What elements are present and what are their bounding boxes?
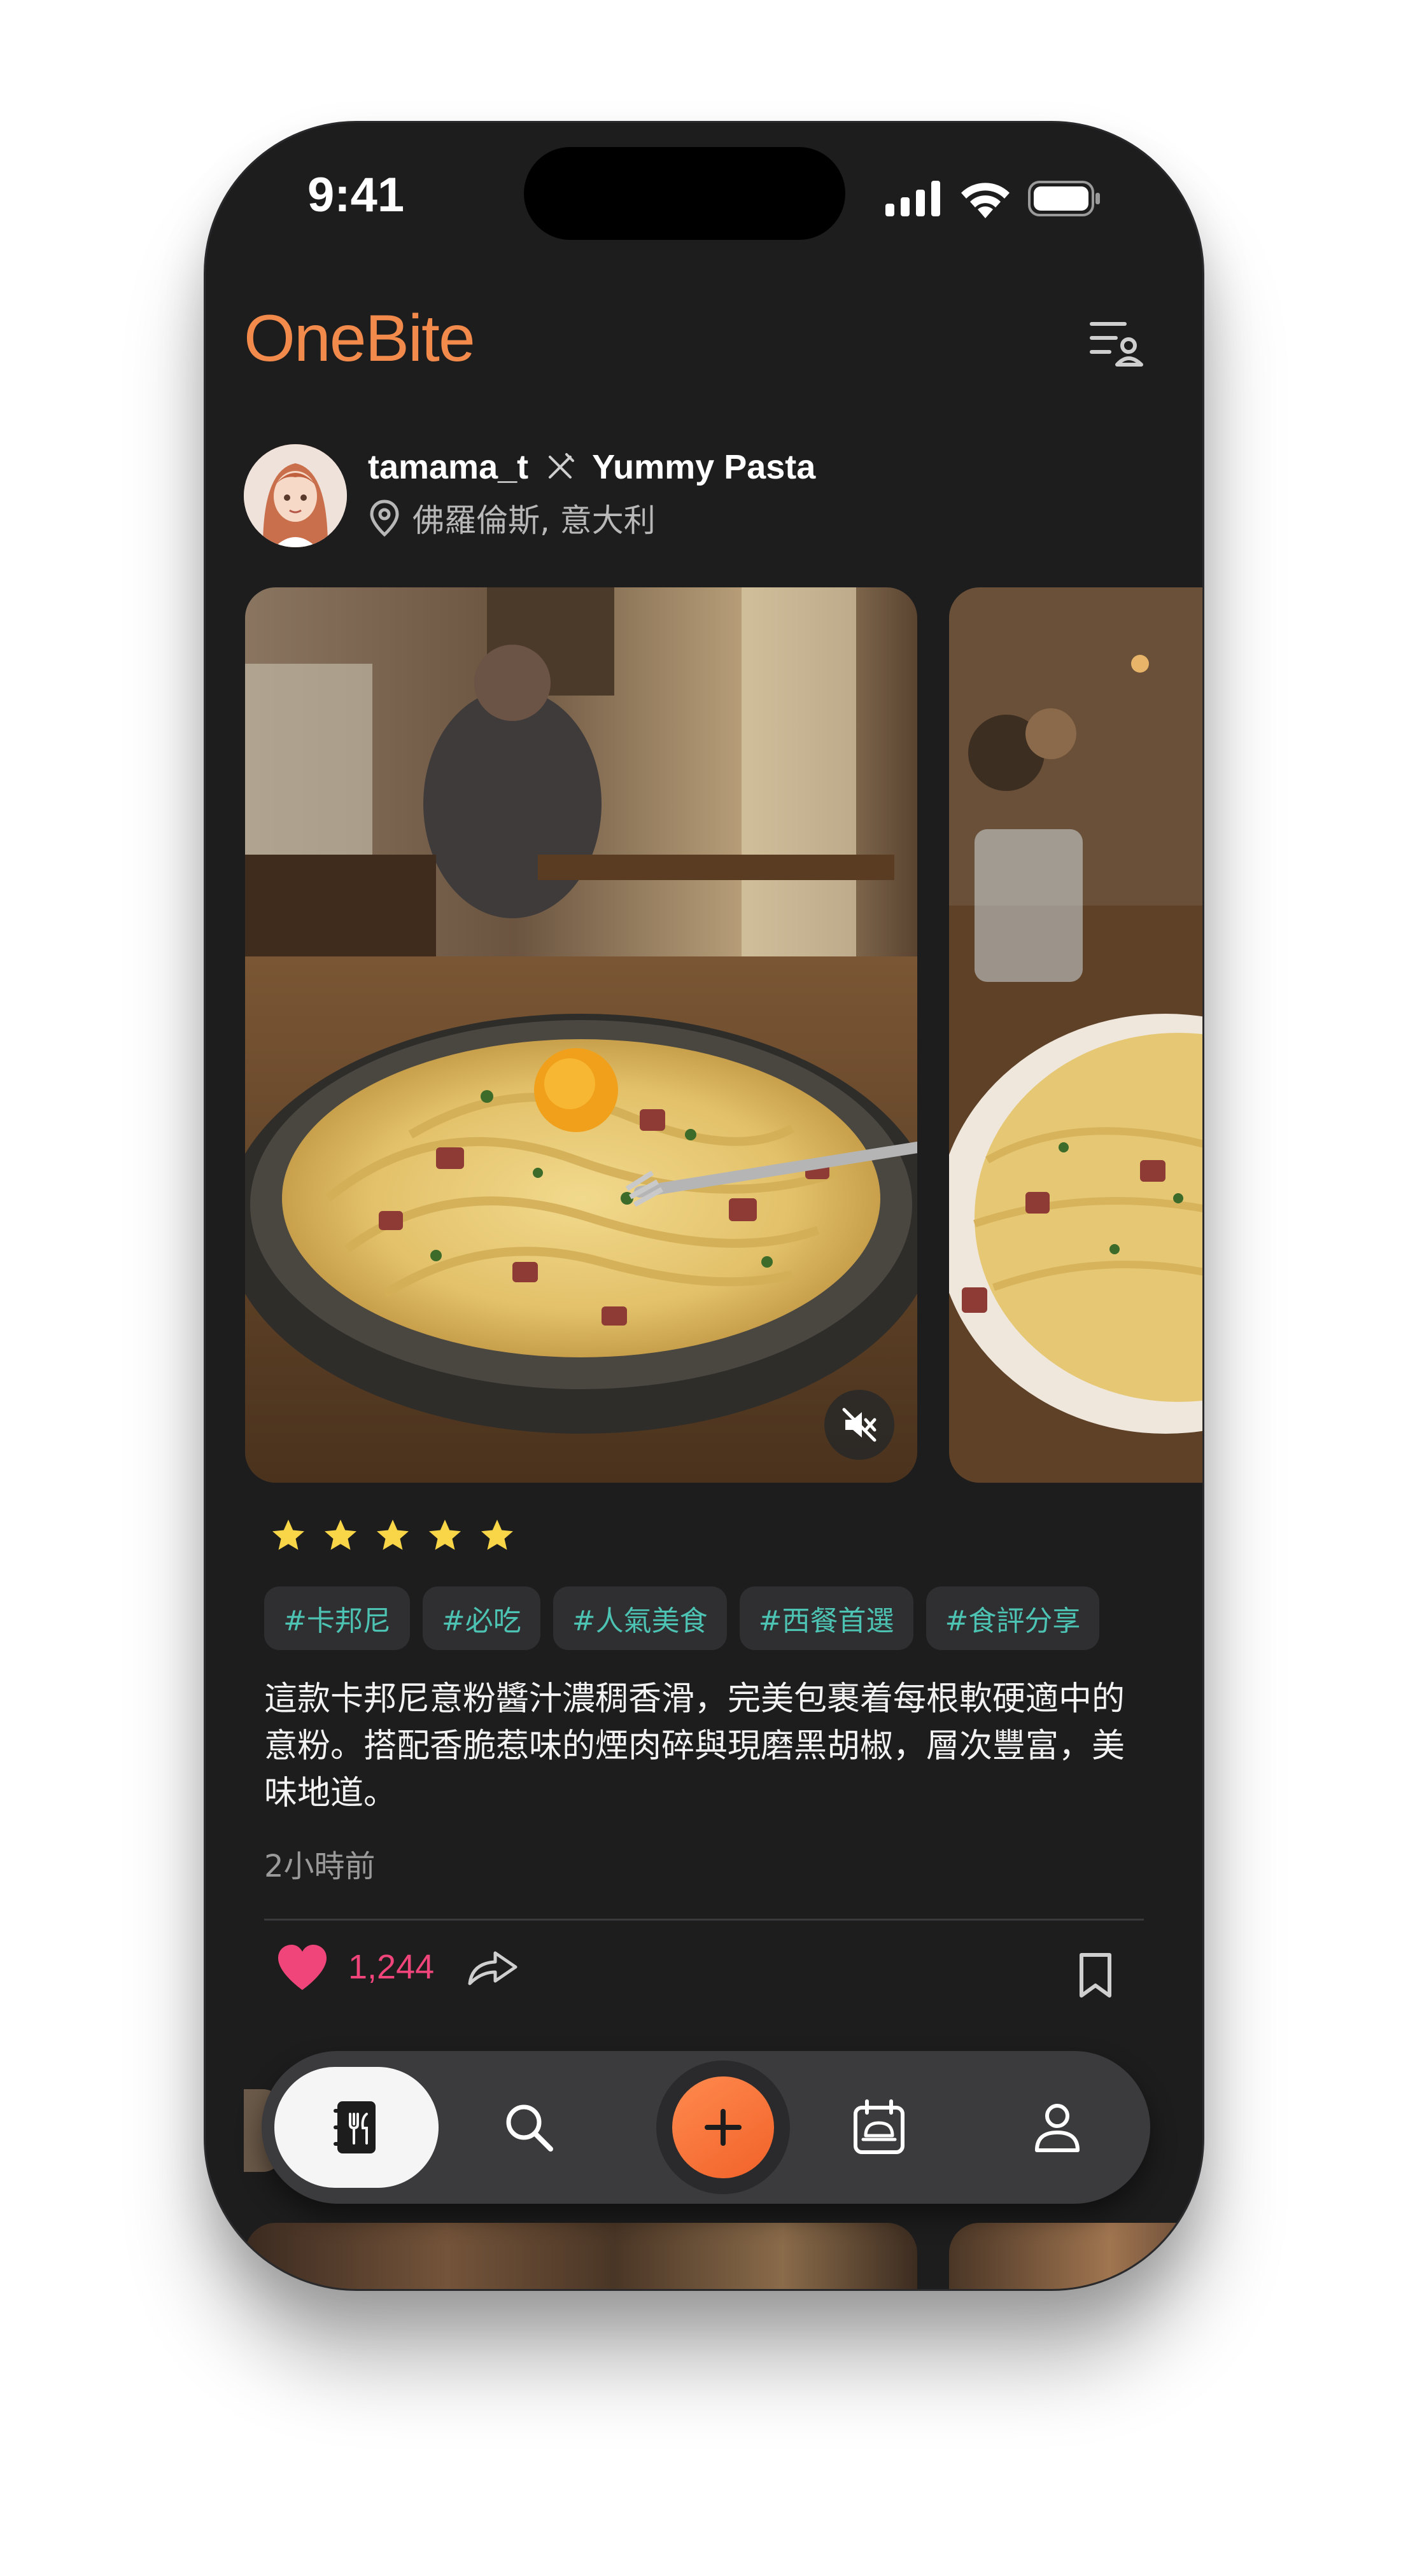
wifi-icon [961, 183, 1010, 218]
location-pin-icon [370, 500, 399, 537]
bottom-nav [262, 2051, 1150, 2204]
next-post-media[interactable] [245, 2223, 917, 2289]
tag-chip[interactable]: #西餐首選 [739, 1586, 913, 1650]
nav-search-button[interactable] [478, 2067, 580, 2188]
add-button-circle [672, 2076, 774, 2178]
search-icon [506, 2104, 553, 2152]
dish-name: Yummy Pasta [592, 448, 816, 486]
post-caption: 這款卡邦尼意粉醬汁濃稠香滑，完美包裹着每根軟硬適中的意粉。搭配香脆惹味的煙肉碎與… [264, 1680, 1125, 1812]
post-actions: 1,244 [276, 1943, 521, 1991]
tag-chip[interactable]: #卡邦尼 [264, 1586, 410, 1650]
divider [264, 1919, 1144, 1921]
fork-knife-icon [549, 453, 575, 479]
avatar-illustration [244, 444, 347, 547]
tag-list: #卡邦尼 #必吃 #人氣美食 #西餐首選 #食評分享 [264, 1586, 1100, 1650]
location-text[interactable]: 佛羅倫斯, 意大利 [412, 495, 656, 541]
status-time: 9:41 [307, 168, 405, 222]
signal-icon [885, 181, 940, 216]
tag-chip[interactable]: #食評分享 [926, 1586, 1100, 1650]
tag-chip[interactable]: #人氣美食 [553, 1586, 727, 1650]
speaker-muted-icon [842, 1408, 876, 1442]
heart-icon[interactable] [276, 1943, 329, 1991]
carbonara-photo [245, 587, 917, 1483]
user-avatar[interactable] [244, 444, 347, 547]
next-post-media-preview[interactable] [949, 2223, 1202, 2289]
nav-add-button[interactable] [656, 2061, 790, 2194]
list-user-icon [1090, 322, 1143, 367]
person-icon [1035, 2104, 1080, 2152]
share-icon[interactable] [466, 1948, 521, 1986]
battery-icon [1028, 181, 1100, 216]
dynamic-island [524, 147, 845, 240]
post-title-row: tamama_t Yummy Pasta [368, 447, 815, 487]
post-timestamp: 2小時前 [264, 1849, 376, 1884]
star-icon [325, 1520, 356, 1550]
star-icon [377, 1520, 409, 1550]
mute-button[interactable] [824, 1390, 894, 1460]
nav-profile-button[interactable] [1006, 2067, 1108, 2188]
bookmark-icon[interactable] [1078, 1952, 1113, 1998]
star-icon [272, 1520, 304, 1550]
star-icon [481, 1520, 513, 1550]
like-count: 1,244 [348, 1948, 435, 1986]
app-screen: 9:41 OneBite tamama_t Yummy Pasta 佛羅倫斯, … [206, 123, 1202, 2289]
star-icon [429, 1520, 461, 1550]
tag-chip[interactable]: #必吃 [422, 1586, 540, 1650]
username[interactable]: tamama_t [368, 447, 528, 487]
app-logo: OneBite [244, 302, 475, 375]
plus-icon [705, 2109, 742, 2146]
next-media-preview[interactable] [949, 587, 1202, 1483]
rating-stars [269, 1516, 516, 1555]
nav-calendar-button[interactable] [822, 2067, 936, 2188]
post-video[interactable] [245, 587, 917, 1483]
profile-menu-button[interactable] [1088, 314, 1145, 371]
location-row: 佛羅倫斯, 意大利 [368, 495, 656, 541]
calendar-dish-icon [854, 2099, 905, 2154]
carbonara-photo-2 [949, 587, 1202, 1483]
phone-frame: 9:41 OneBite tamama_t Yummy Pasta 佛羅倫斯, … [204, 121, 1204, 2291]
nav-journal-button[interactable] [274, 2067, 439, 2188]
journal-fork-icon [334, 2101, 376, 2153]
status-icons [885, 179, 1101, 218]
